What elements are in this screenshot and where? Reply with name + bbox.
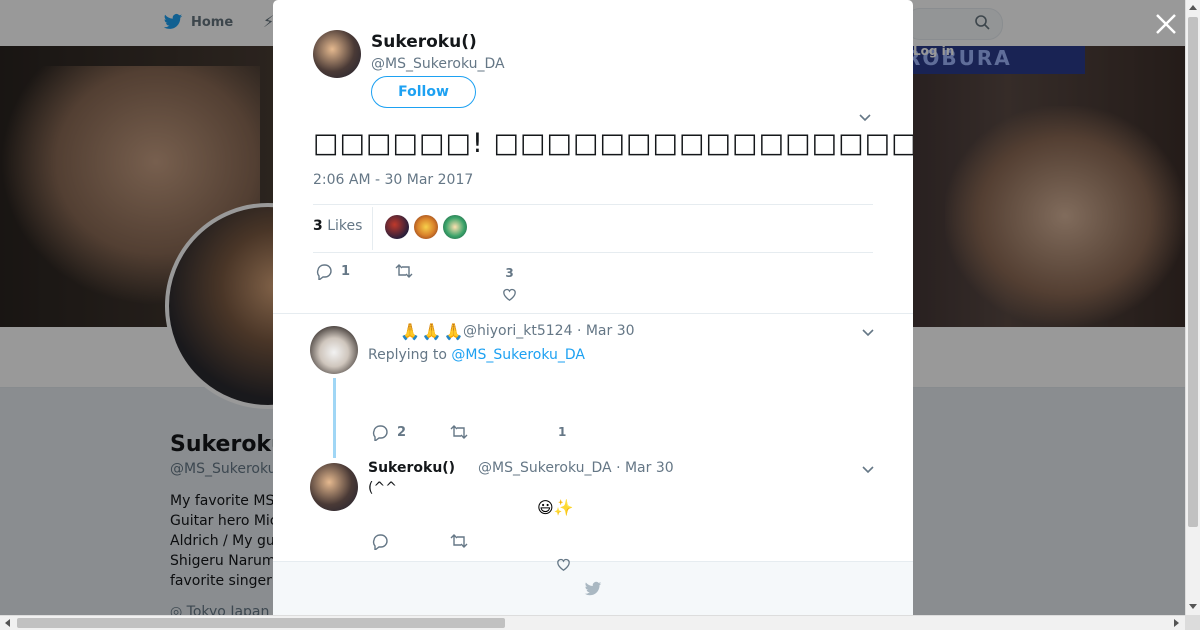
replying-to-handle[interactable]: @MS_Sukeroku_DA <box>451 347 585 363</box>
reply-avatar[interactable] <box>310 326 358 374</box>
chevron-down-icon[interactable] <box>861 327 875 339</box>
modal-footer <box>273 558 913 615</box>
tweet-modal: Sukeroku() @MS_Sukeroku_DA Follow □□□□□□… <box>273 0 913 615</box>
like-button[interactable]: 3 <box>501 266 518 303</box>
like-button[interactable]: 1 <box>558 425 566 439</box>
retweet-button[interactable] <box>395 262 421 280</box>
likes-stat[interactable]: 3 Likes <box>313 218 362 234</box>
scroll-down-arrow[interactable] <box>1189 604 1197 609</box>
reply-icon <box>372 534 388 550</box>
stats-divider <box>372 207 373 250</box>
tweet-text: □□□□□□! □□□□□□□□□□□□□□□□□□□□□□□□□□□□□□□□… <box>313 128 913 159</box>
liker-avatar[interactable] <box>414 215 438 239</box>
scroll-left-arrow[interactable] <box>5 619 10 627</box>
replying-to-label: Replying to <box>368 347 447 363</box>
horizontal-scrollbar[interactable] <box>0 615 1185 630</box>
liker-avatar[interactable] <box>443 215 467 239</box>
retweet-icon <box>395 264 413 278</box>
scroll-up-arrow[interactable] <box>1189 5 1197 10</box>
reply-header: @hiyori_kt5124 · Mar 30 <box>463 323 635 339</box>
like-count: 1 <box>558 425 567 439</box>
twitter-bird-icon <box>584 581 602 596</box>
chevron-down-icon[interactable] <box>861 464 875 476</box>
reply-author-name[interactable]: 🙏🙏🙏 <box>400 322 466 341</box>
reply-author-handle[interactable]: @hiyori_kt5124 <box>463 323 572 339</box>
tweet-author-handle[interactable]: @MS_Sukeroku_DA <box>371 56 505 72</box>
follow-button[interactable]: Follow <box>371 76 476 108</box>
heart-icon <box>503 288 516 301</box>
scroll-right-arrow[interactable] <box>1174 619 1179 627</box>
tweet-actions: 1 3 <box>313 262 873 302</box>
like-count: 3 <box>505 266 514 280</box>
section-divider <box>273 313 913 314</box>
reply-count: 1 <box>341 263 351 279</box>
thread-line <box>333 378 336 458</box>
reply-button[interactable] <box>371 532 389 550</box>
retweet-button[interactable] <box>450 423 468 441</box>
reply-avatar[interactable] <box>310 463 358 511</box>
retweet-icon <box>450 425 468 439</box>
tweet-stats: 3 Likes <box>313 204 873 253</box>
vertical-scroll-thumb[interactable] <box>1188 17 1198 527</box>
reply-date[interactable]: · Mar 30 <box>616 460 674 476</box>
tweet-author-avatar[interactable] <box>313 30 361 78</box>
close-icon[interactable] <box>1153 11 1179 37</box>
reply-button[interactable]: 1 <box>315 262 350 280</box>
retweet-button[interactable] <box>450 532 468 550</box>
retweet-icon <box>450 534 468 548</box>
like-button[interactable] <box>555 556 572 573</box>
likes-count: 3 <box>313 218 323 234</box>
chevron-down-icon[interactable] <box>858 112 872 124</box>
reply-date[interactable]: · Mar 30 <box>577 323 635 339</box>
scrollbar-corner <box>1185 615 1200 630</box>
reply-icon <box>372 425 388 441</box>
reply-icon <box>316 264 332 280</box>
reply-count: 2 <box>397 424 407 440</box>
reply-author-name[interactable]: Sukeroku() <box>368 460 455 476</box>
likes-label: Likes <box>327 218 363 234</box>
tweet-timestamp[interactable]: 2:06 AM - 30 Mar 2017 <box>313 172 473 188</box>
heart-icon <box>557 558 570 571</box>
reply-author-handle[interactable]: @MS_Sukeroku_DA <box>478 460 612 476</box>
liker-avatar[interactable] <box>385 215 409 239</box>
reply-text: (^^ <box>368 480 397 496</box>
reply-button[interactable]: 2 <box>371 423 406 441</box>
tweet-author-name[interactable]: Sukeroku() <box>371 32 477 52</box>
replying-to: Replying to @MS_Sukeroku_DA <box>368 347 585 363</box>
reply-emoji: 😃✨ <box>537 498 574 517</box>
reply-header: Sukeroku() @MS_Sukeroku_DA · Mar 30 <box>368 460 674 476</box>
horizontal-scroll-thumb[interactable] <box>17 618 505 628</box>
vertical-scrollbar[interactable] <box>1185 0 1200 615</box>
